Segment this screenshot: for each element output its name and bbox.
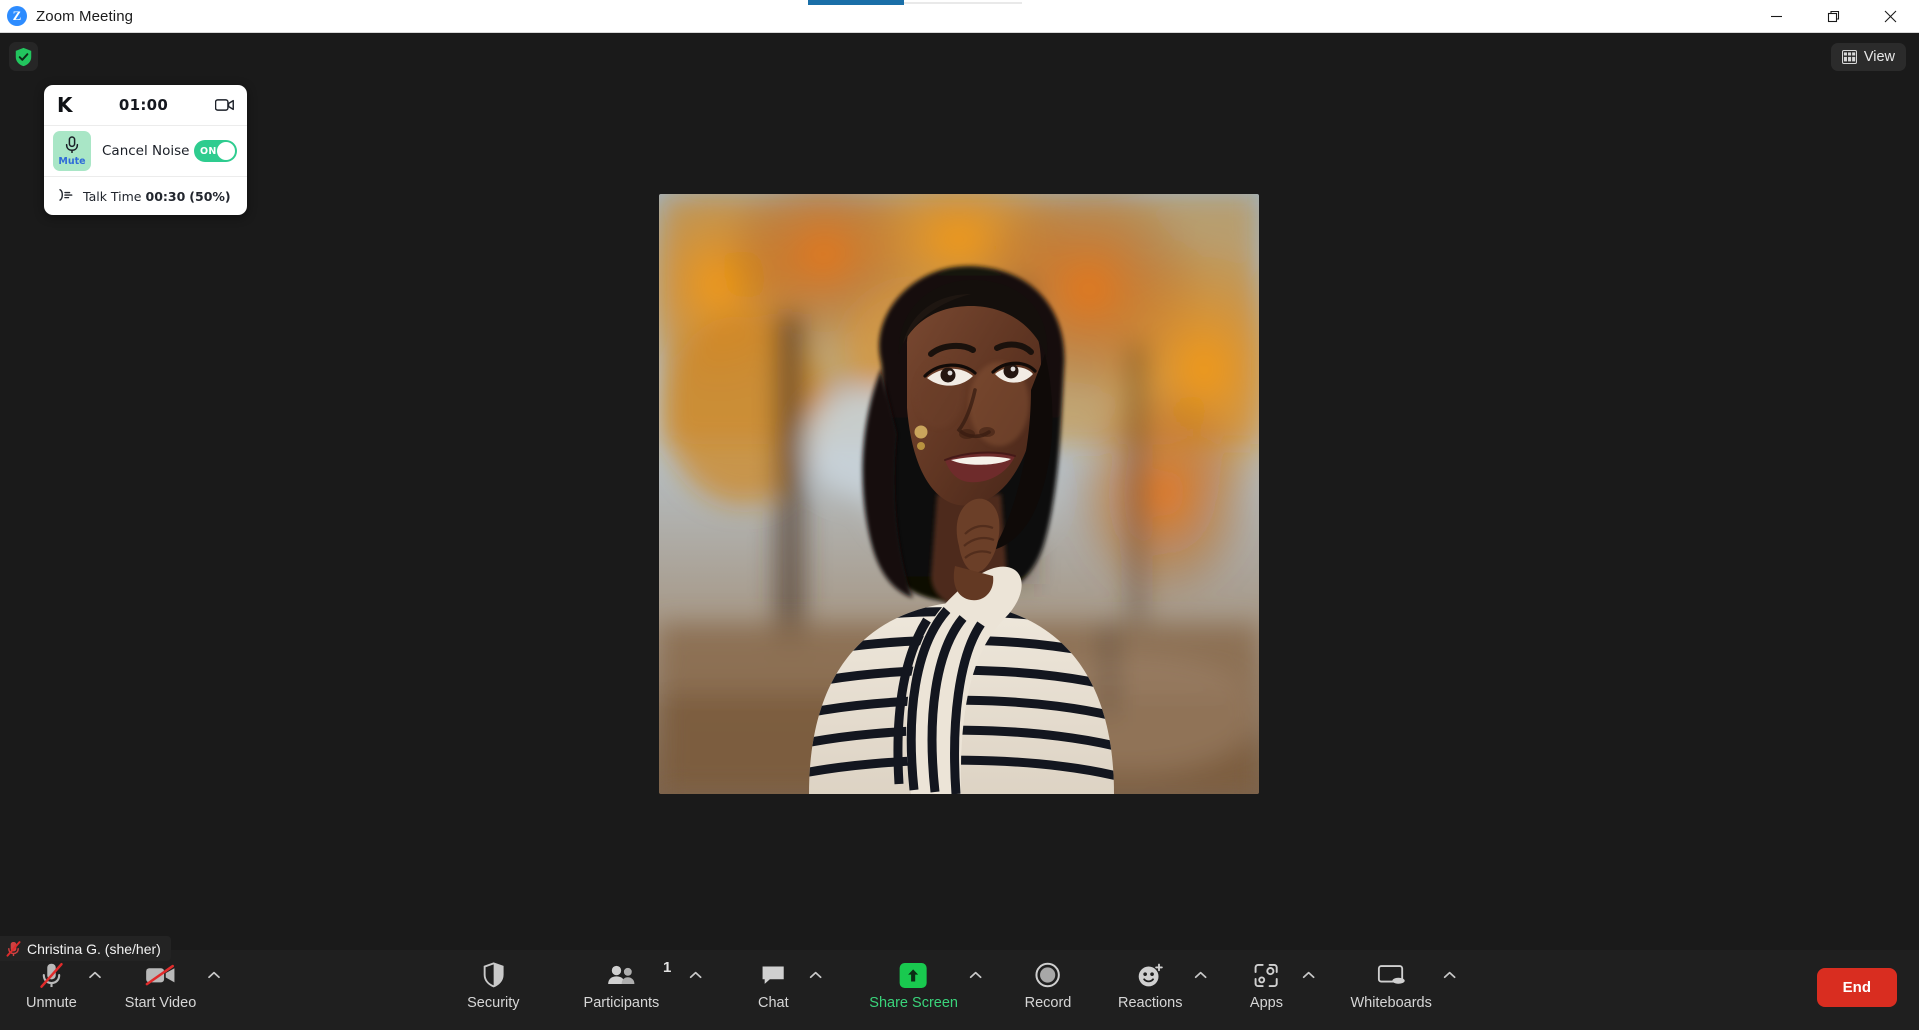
apps-label: Apps <box>1249 995 1283 1011</box>
participants-count-badge: 1 <box>662 959 672 976</box>
chat-chevron-up-icon[interactable] <box>805 960 825 990</box>
krisp-talk-time-row: Talk Time 00:30 (50%) <box>44 177 247 215</box>
shield-check-icon <box>15 47 32 66</box>
talk-time-percent: (50%) <box>189 188 231 204</box>
restore-icon[interactable] <box>1805 0 1862 33</box>
sound-wave-icon <box>57 187 76 206</box>
apps-button[interactable]: Apps <box>1234 956 1298 1011</box>
video-muted-icon <box>145 960 176 990</box>
share-screen-up-arrow-icon <box>900 960 928 990</box>
talk-time-value: 00:30 <box>145 188 186 204</box>
krisp-mute-button[interactable]: Mute <box>53 131 91 171</box>
toolbar-right-group: End <box>1816 968 1897 1007</box>
record-circle-icon <box>1035 960 1061 990</box>
start-video-label: Start Video <box>124 995 197 1011</box>
participants-chevron-up-icon[interactable] <box>685 960 705 990</box>
participants-label: Participants <box>583 995 660 1011</box>
krisp-session-timer: 01:00 <box>118 96 169 114</box>
microphone-icon <box>65 135 79 153</box>
krisp-cancel-noise-row: Mute Cancel Noise ON <box>44 126 247 177</box>
krisp-cancel-noise-label: Cancel Noise <box>102 143 190 159</box>
meeting-toolbar: Christina G. (she/her) Unmute Start Vide… <box>0 936 1919 1030</box>
window-title-bar: Z Zoom Meeting <box>0 0 1919 33</box>
view-button-label: View <box>1863 49 1895 65</box>
whiteboard-icon <box>1377 960 1405 990</box>
krisp-widget: K 01:00 Mute Cancel Noise ON Talk Time 0… <box>44 85 247 215</box>
window-snap-indicator <box>808 0 904 5</box>
camera-icon[interactable] <box>212 98 234 112</box>
toolbar-center-group: Security 1 Participants Chat Share Scree… <box>459 956 1460 1011</box>
minimize-icon[interactable] <box>1748 0 1805 33</box>
talk-time-label: Talk Time <box>83 188 142 204</box>
whiteboards-chevron-up-icon[interactable] <box>1440 960 1460 990</box>
apps-chevron-up-icon[interactable] <box>1298 960 1318 990</box>
chat-button[interactable]: Chat <box>741 956 805 1011</box>
view-button[interactable]: View <box>1830 43 1906 71</box>
share-screen-button[interactable]: Share Screen <box>861 956 966 1011</box>
microphone-muted-icon <box>39 960 64 990</box>
chat-bubble-icon <box>761 960 786 990</box>
krisp-mute-label: Mute <box>58 155 86 167</box>
window-snap-indicator-track <box>904 2 1022 4</box>
self-name-text: Christina G. (she/her) <box>27 940 161 957</box>
reactions-button[interactable]: Reactions <box>1110 956 1190 1011</box>
participants-button[interactable]: 1 Participants <box>576 956 672 1011</box>
unmute-label: Unmute <box>26 995 77 1011</box>
zoom-logo-icon: Z <box>7 6 27 26</box>
meeting-stage: View K 01:00 Mute Cancel Noise ON Talk T… <box>0 33 1919 950</box>
window-controls <box>1748 0 1919 33</box>
krisp-toggle-state-label: ON <box>200 145 217 157</box>
record-label: Record <box>1024 995 1072 1011</box>
grid-view-icon <box>1841 50 1857 64</box>
close-icon[interactable] <box>1862 0 1919 33</box>
reactions-chevron-up-icon[interactable] <box>1190 960 1210 990</box>
encryption-status-badge[interactable] <box>9 42 38 71</box>
krisp-toggle-knob <box>217 142 235 160</box>
record-button[interactable]: Record <box>1016 956 1080 1011</box>
toolbar-left-group: Unmute Start Video <box>18 956 224 1011</box>
share-screen-chevron-up-icon[interactable] <box>966 960 986 990</box>
chat-label: Chat <box>757 995 789 1011</box>
krisp-talk-time-text: Talk Time 00:30 (50%) <box>83 189 231 204</box>
participant-video-frame <box>659 194 1259 794</box>
start-video-button[interactable]: Start Video <box>117 956 204 1011</box>
microphone-muted-icon <box>6 940 21 957</box>
apps-icon <box>1254 960 1279 990</box>
audio-options-chevron-up-icon[interactable] <box>85 960 105 990</box>
security-label: Security <box>467 995 520 1011</box>
people-icon <box>606 960 636 990</box>
end-meeting-button[interactable]: End <box>1816 968 1897 1007</box>
smiley-plus-icon <box>1137 960 1164 990</box>
participant-video-tile[interactable] <box>659 194 1259 794</box>
reactions-label: Reactions <box>1117 995 1183 1011</box>
whiteboards-label: Whiteboards <box>1350 995 1432 1011</box>
window-title: Zoom Meeting <box>36 7 134 25</box>
krisp-header-row: K 01:00 <box>44 85 247 126</box>
krisp-cancel-noise-toggle[interactable]: ON <box>194 140 237 162</box>
share-screen-label: Share Screen <box>869 995 958 1011</box>
video-options-chevron-up-icon[interactable] <box>204 960 224 990</box>
shield-icon <box>482 960 504 990</box>
unmute-button[interactable]: Unmute <box>18 956 85 1011</box>
whiteboards-button[interactable]: Whiteboards <box>1342 956 1439 1011</box>
security-button[interactable]: Security <box>459 956 527 1011</box>
